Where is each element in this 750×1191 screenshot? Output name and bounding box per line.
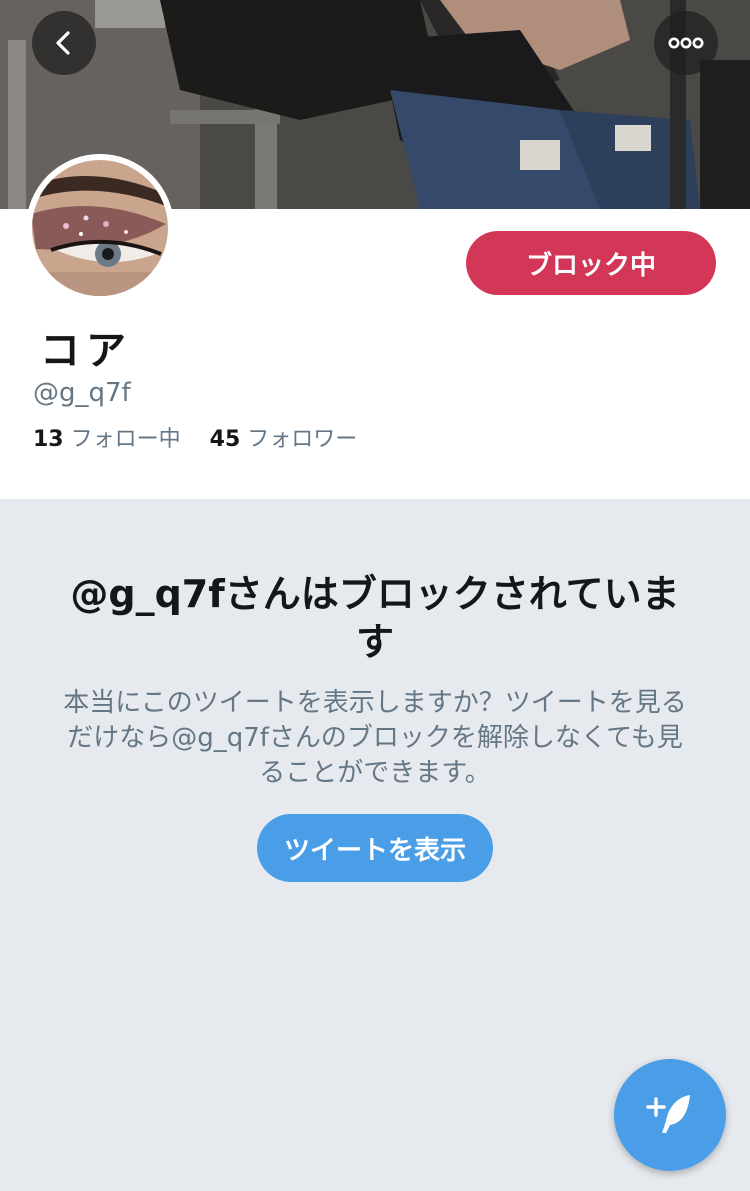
user-handle: @g_q7f <box>33 378 131 408</box>
followers-count: 45 <box>209 427 241 452</box>
compose-tweet-button[interactable] <box>614 1059 726 1171</box>
show-tweets-button[interactable]: ツイートを表示 <box>257 814 493 882</box>
more-options-button[interactable] <box>654 11 718 75</box>
follow-stats: 13 フォロー中 45 フォロワー <box>33 421 357 453</box>
chevron-left-icon <box>56 31 70 55</box>
following-stat[interactable]: 13 フォロー中 <box>33 421 181 453</box>
more-dots-icon <box>668 37 704 49</box>
display-name: コア <box>40 328 132 374</box>
following-label: フォロー中 <box>70 427 181 452</box>
blocked-button[interactable]: ブロック中 <box>466 231 716 295</box>
avatar[interactable] <box>26 154 174 302</box>
followers-stat[interactable]: 45 フォロワー <box>210 421 358 453</box>
blocked-notice-title: @g_q7fさんはブロックされています <box>70 572 680 664</box>
blocked-notice-description: 本当にこのツイートを表示しますか？ツイートを見るだけなら@g_q7fさんのブロッ… <box>63 688 687 788</box>
back-button[interactable] <box>32 11 96 75</box>
followers-label: フォロワー <box>247 427 358 452</box>
compose-tweet-icon <box>646 1095 690 1133</box>
following-count: 13 <box>33 427 64 452</box>
